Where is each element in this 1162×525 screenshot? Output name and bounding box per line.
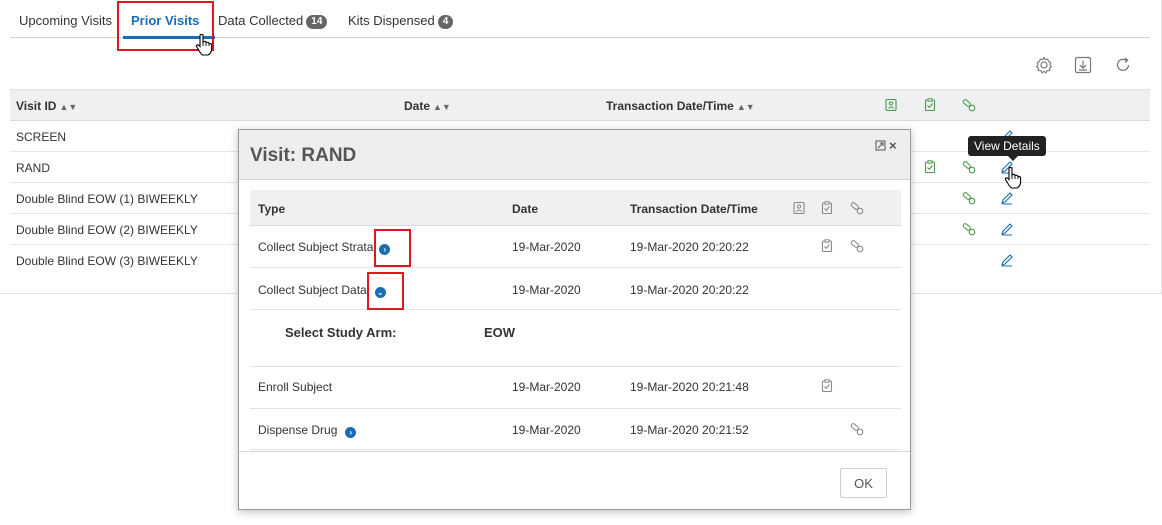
tab-label: Kits Dispensed — [348, 13, 435, 28]
visit-id-cell: Double Blind EOW (2) BIWEEKLY — [16, 223, 198, 237]
visit-id-cell: Double Blind EOW (1) BIWEEKLY — [16, 192, 198, 206]
modal-footer: OK — [239, 451, 910, 509]
type-cell: Enroll Subject — [258, 380, 333, 394]
subject-info-icon — [885, 98, 897, 112]
count-badge: 4 — [437, 15, 454, 29]
column-header-type: Type — [258, 202, 286, 216]
modal-title: Visit: RAND — [250, 145, 357, 166]
clipboard-check-icon[interactable] — [923, 160, 937, 174]
sort-icon: ▲▼ — [433, 102, 451, 112]
pills-icon[interactable] — [850, 239, 864, 253]
pills-icon[interactable] — [850, 422, 864, 436]
pills-icon — [962, 99, 976, 112]
tab-label: Upcoming Visits — [19, 13, 112, 28]
transaction-cell: 19-Mar-2020 20:20:22 — [630, 283, 749, 297]
modal-table-header: Type Date Transaction Date/Time — [250, 190, 901, 226]
settings-icon[interactable] — [1035, 56, 1053, 74]
date-cell: 19-Mar-2020 — [512, 380, 581, 394]
expand-icon[interactable] — [875, 140, 886, 151]
tab-kits-dispensed[interactable]: Kits Dispensed 4 — [348, 13, 454, 29]
count-badge: 14 — [306, 15, 328, 29]
visit-id-cell: RAND — [16, 161, 51, 175]
close-icon[interactable]: × — [889, 138, 897, 153]
type-label: Collect Subject Strata — [258, 240, 374, 254]
clipboard-check-icon[interactable] — [820, 239, 834, 253]
visit-id-cell: SCREEN — [16, 130, 67, 144]
column-header-transaction[interactable]: Transaction Date/Time ▲▼ — [606, 99, 755, 113]
sort-icon: ▲▼ — [59, 102, 78, 112]
detail-row: Select Study Arm: EOW — [250, 311, 901, 367]
type-cell: Collect Subject Strata › — [258, 240, 391, 255]
tab-label: Data Collected — [218, 13, 304, 28]
highlight-box — [367, 272, 404, 310]
column-header-visit-id[interactable]: Visit ID ▲▼ — [16, 99, 77, 113]
transaction-cell: 19-Mar-2020 20:21:52 — [630, 423, 749, 437]
clipboard-check-icon — [821, 201, 833, 215]
subject-info-icon — [793, 201, 805, 215]
clipboard-check-icon — [924, 98, 936, 112]
sort-icon: ▲▼ — [736, 102, 755, 112]
download-icon[interactable] — [1074, 56, 1092, 74]
detail-label: Select Study Arm: — [285, 325, 397, 340]
tab-data-collected[interactable]: Data Collected 14 — [218, 13, 328, 29]
type-label: Dispense Drug — [258, 423, 338, 437]
visit-details-modal: Visit: RAND × Type Date Transaction Date… — [238, 129, 911, 510]
date-cell: 19-Mar-2020 — [512, 240, 581, 254]
refresh-icon[interactable] — [1114, 56, 1132, 74]
type-label: Collect Subject Data — [258, 283, 367, 297]
modal-header: Visit: RAND × — [239, 130, 910, 180]
edit-icon[interactable] — [1000, 191, 1014, 205]
table-row: Collect Subject Strata › 19-Mar-2020 19-M… — [250, 227, 901, 268]
detail-value: EOW — [484, 325, 516, 340]
visit-id-cell: Double Blind EOW (3) BIWEEKLY — [16, 254, 198, 268]
visits-table-header: Visit ID ▲▼ Date ▲▼ Transaction Date/Time ▲… — [10, 89, 1150, 121]
chevron-right-icon[interactable]: › — [345, 427, 357, 438]
ok-button[interactable]: OK — [840, 468, 887, 498]
column-label: Transaction Date/Time — [606, 99, 734, 113]
date-cell: 19-Mar-2020 — [512, 283, 581, 297]
clipboard-check-icon[interactable] — [820, 379, 834, 393]
column-header-transaction: Transaction Date/Time — [630, 202, 758, 216]
table-row: Collect Subject Data ⌄ 19-Mar-2020 19-Mar… — [250, 269, 901, 310]
pills-icon[interactable] — [962, 160, 976, 174]
hand-cursor-icon — [195, 33, 213, 56]
edit-icon[interactable] — [1000, 222, 1014, 236]
tab-upcoming-visits[interactable]: Upcoming Visits — [19, 13, 112, 28]
edit-icon[interactable] — [1000, 253, 1014, 267]
hand-cursor-icon — [1004, 166, 1022, 189]
table-row: Enroll Subject 19-Mar-2020 19-Mar-2020 2… — [250, 368, 901, 409]
pills-icon — [850, 202, 864, 215]
date-cell: 19-Mar-2020 — [512, 423, 581, 437]
highlight-box — [374, 229, 411, 267]
column-label: Date — [404, 99, 431, 113]
type-cell: Dispense Drug › — [258, 423, 357, 438]
column-label: Visit ID — [16, 99, 57, 113]
column-header-date: Date — [512, 202, 539, 216]
transaction-cell: 19-Mar-2020 20:21:48 — [630, 380, 749, 394]
transaction-cell: 19-Mar-2020 20:20:22 — [630, 240, 749, 254]
pills-icon[interactable] — [962, 222, 976, 236]
pills-icon[interactable] — [962, 191, 976, 205]
view-details-tooltip: View Details — [968, 136, 1046, 161]
column-header-date[interactable]: Date ▲▼ — [404, 99, 451, 113]
table-row: Dispense Drug › 19-Mar-2020 19-Mar-2020 2… — [250, 410, 901, 450]
